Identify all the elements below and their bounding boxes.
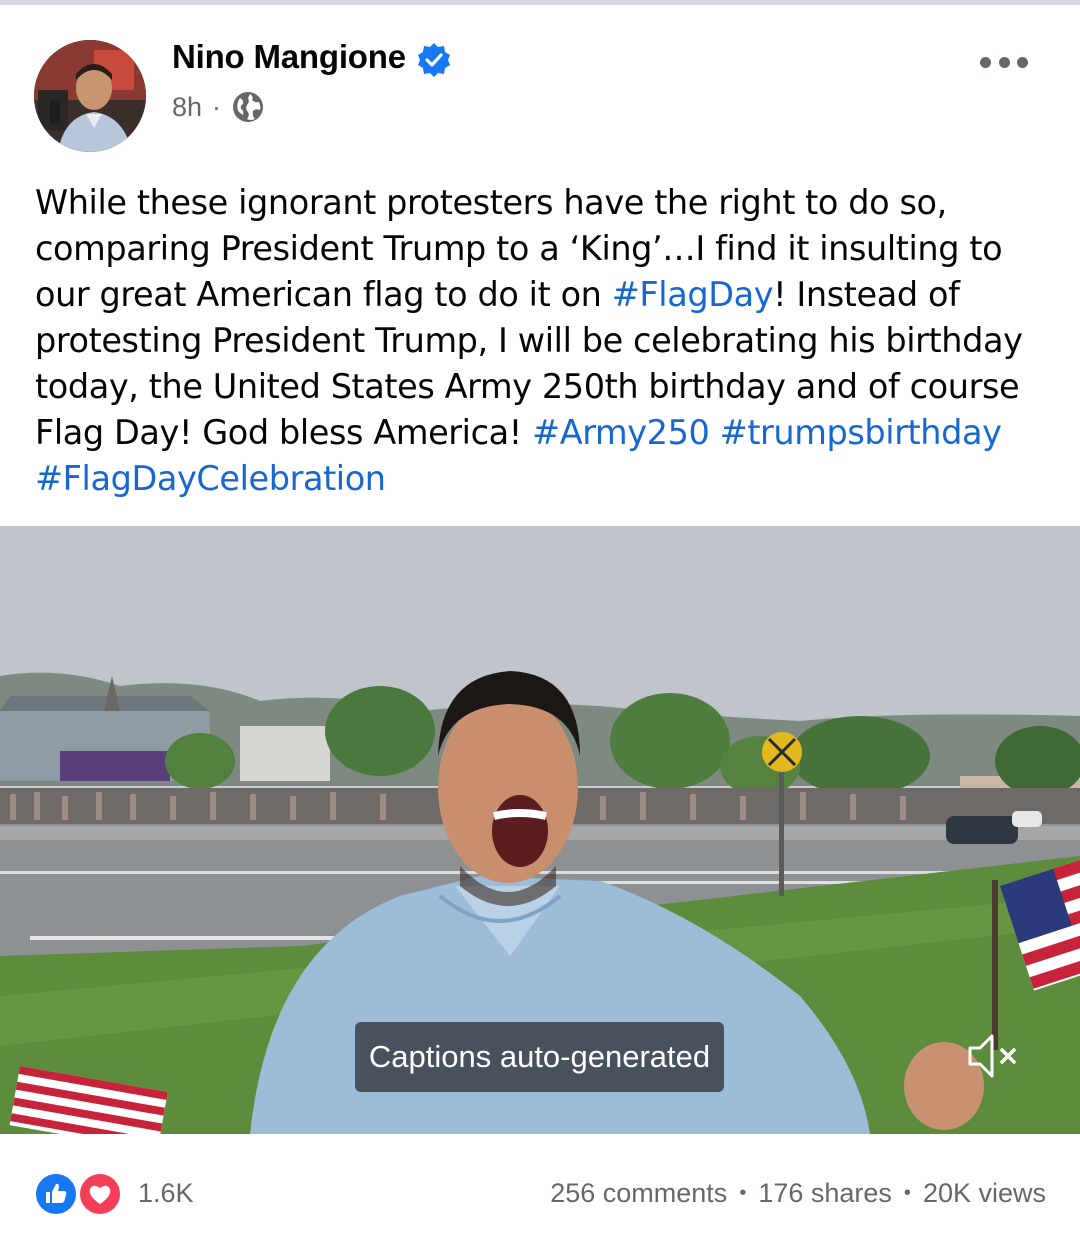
- post-footer: 1.6K 256 comments • 176 shares • 20K vie…: [0, 1134, 1080, 1242]
- views-count: 20K views: [922, 1178, 1046, 1208]
- reactions-count[interactable]: 1.6K: [138, 1178, 194, 1209]
- shares-count[interactable]: 176 shares: [758, 1178, 892, 1209]
- engagement-stats: 256 comments • 176 shares • 20K views: [550, 1178, 1046, 1209]
- post-header: Nino Mangione 8h ·: [0, 0, 1080, 160]
- hashtag-link[interactable]: #FlagDayCelebration: [35, 459, 386, 498]
- hashtag-link[interactable]: #trumpsbirthday: [720, 413, 1002, 452]
- meta-separator: ·: [212, 91, 222, 122]
- stats-separator: •: [903, 1182, 911, 1204]
- muted-speaker-icon[interactable]: [964, 1026, 1024, 1086]
- stats-separator: •: [739, 1182, 747, 1204]
- like-reaction-icon: [34, 1172, 78, 1216]
- author-name[interactable]: Nino Mangione: [172, 38, 406, 76]
- hashtag-link[interactable]: #FlagDay: [612, 275, 774, 314]
- post-time[interactable]: 8h: [172, 92, 202, 123]
- post-meta: 8h ·: [172, 90, 265, 124]
- more-options-icon[interactable]: [980, 52, 1028, 72]
- post-text-part: [709, 413, 719, 452]
- captions-auto-generated-chip: Captions auto-generated: [355, 1022, 724, 1092]
- comments-count[interactable]: 256 comments: [550, 1178, 727, 1209]
- post-text: While these ignorant protesters have the…: [35, 180, 1055, 502]
- globe-icon: [233, 92, 264, 122]
- reactions-summary[interactable]: [34, 1172, 126, 1216]
- hashtag-link[interactable]: #Army250: [532, 413, 710, 452]
- love-reaction-icon: [78, 1172, 122, 1216]
- video-player[interactable]: Captions auto-generated: [0, 526, 1080, 1134]
- verified-badge-icon: [418, 43, 450, 77]
- author-avatar[interactable]: [34, 40, 146, 152]
